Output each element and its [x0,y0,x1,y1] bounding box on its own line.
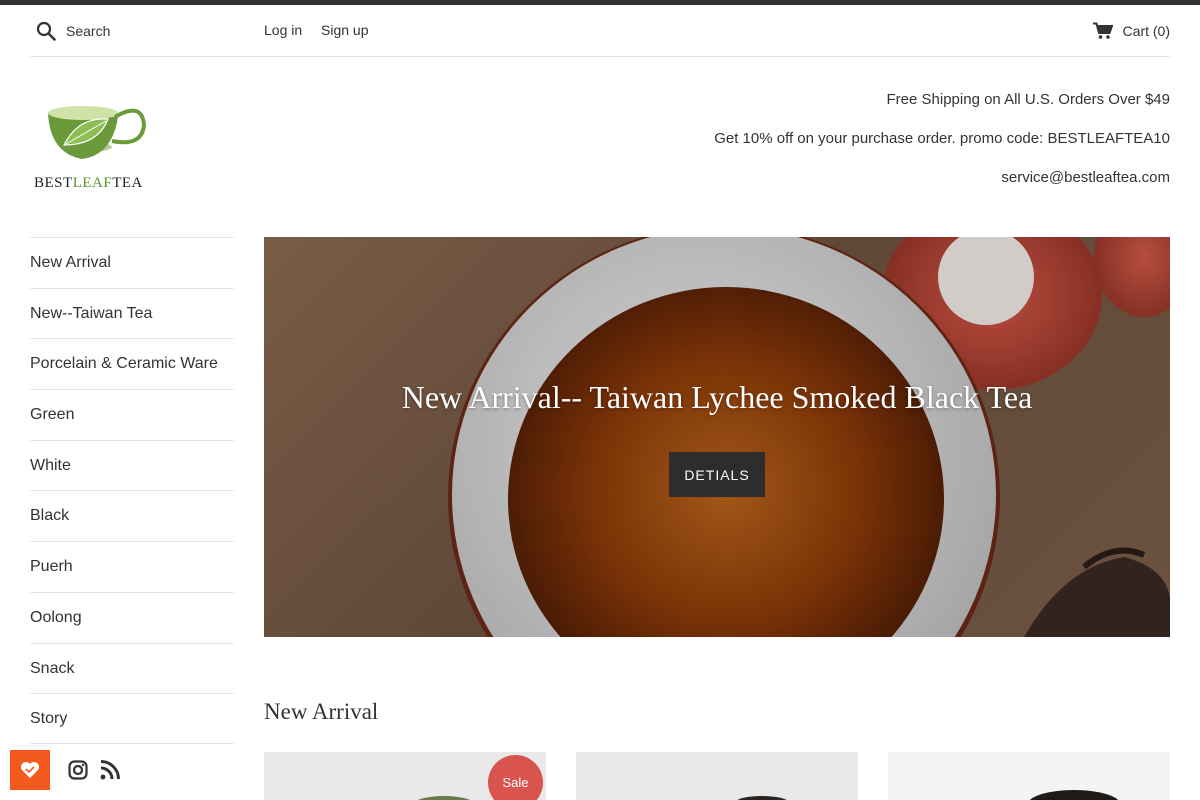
promo-shipping: Free Shipping on All U.S. Orders Over $4… [886,91,1170,108]
logo-wordmark: BESTLEAFTEA [34,175,143,191]
service-email: service@bestleaftea.com [1001,169,1170,186]
sidebar-item-oolong[interactable]: Oolong [30,591,234,643]
product-image [737,796,787,800]
cart-link[interactable]: Cart (0) [1092,20,1170,42]
section-title-new-arrival: New Arrival [264,699,379,724]
header-bar: Log in Sign up Cart (0) [30,5,1170,57]
sidebar-item-porcelain[interactable]: Porcelain & Ceramic Ware [30,338,234,389]
sidebar-item-snack[interactable]: Snack [30,642,234,694]
wishlist-button[interactable] [10,750,50,790]
sidebar-item-white[interactable]: White [30,439,234,491]
teacup-logo-icon [48,106,147,159]
sidebar-item-puerh[interactable]: Puerh [30,541,234,592]
sidebar-item-taiwan-tea[interactable]: New--Taiwan Tea [30,287,234,339]
promo-code: Get 10% off on your purchase order. prom… [714,130,1170,147]
hero-banner: New Arrival-- Taiwan Lychee Smoked Black… [264,237,1170,637]
cart-label: Cart (0) [1122,23,1170,39]
hero-details-button[interactable]: DETIALS [669,452,765,497]
login-link[interactable]: Log in [264,22,302,38]
signup-link[interactable]: Sign up [321,22,368,38]
hero-title: New Arrival-- Taiwan Lychee Smoked Black… [401,379,1033,415]
instagram-icon[interactable] [68,760,88,780]
promo-banner: Free Shipping on All U.S. Orders Over $4… [714,90,1170,207]
sidebar-item-story[interactable]: Story [30,693,234,744]
product-image [1029,790,1119,800]
heart-icon [21,762,39,778]
store-logo[interactable]: BESTLEAFTEA [30,95,150,205]
sidebar-item-black[interactable]: Black [30,490,234,541]
sidebar-nav: New Arrival New--Taiwan Tea Porcelain & … [30,237,234,744]
search-input[interactable] [66,20,256,42]
product-card[interactable] [576,752,858,800]
sidebar-item-new-arrival[interactable]: New Arrival [30,237,234,288]
sidebar-item-green[interactable]: Green [30,389,234,440]
product-card[interactable] [888,752,1170,800]
cart-icon [1092,22,1113,39]
hero-tea-cup-image [264,237,1170,637]
rss-icon[interactable] [100,760,120,780]
